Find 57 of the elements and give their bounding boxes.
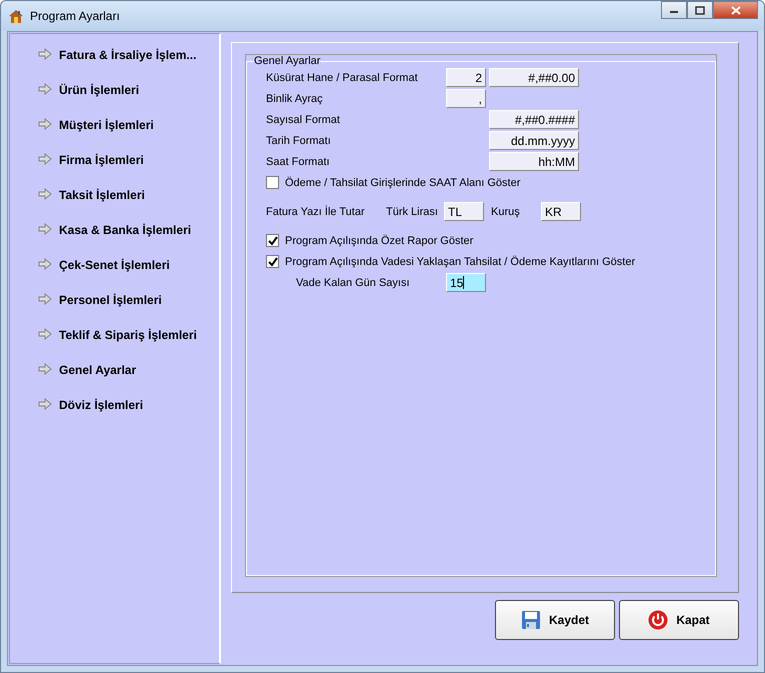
power-icon [648, 610, 668, 630]
field-label: Kuruş [490, 206, 521, 218]
field-label: Saat Formatı [266, 156, 331, 168]
checkbox[interactable] [266, 255, 279, 268]
maximize-button[interactable] [687, 1, 713, 19]
save-button[interactable]: Kaydet [495, 600, 615, 640]
arrow-icon [38, 328, 52, 340]
close-icon [730, 6, 740, 14]
house-icon [8, 8, 24, 24]
window-title: Program Ayarları [30, 9, 120, 23]
close-button[interactable] [713, 1, 758, 19]
input-field[interactable]: #,##0.#### [489, 110, 579, 129]
group-title: Genel Ayarlar [254, 55, 320, 67]
sidebar-item[interactable]: Teklif & Sipariş İşlemleri [59, 328, 197, 342]
arrow-icon [38, 223, 52, 235]
sidebar-item[interactable]: Firma İşlemleri [59, 153, 144, 167]
input-field[interactable]: 15 [446, 273, 486, 292]
sidebar-item[interactable]: Taksit İşlemleri [59, 188, 145, 202]
input-field[interactable]: dd.mm.yyyy [489, 131, 579, 150]
field-label: Vade Kalan Gün Sayısı [295, 276, 411, 288]
checkbox[interactable] [266, 176, 279, 189]
maximize-icon [695, 6, 705, 14]
arrow-icon [38, 188, 52, 200]
arrow-icon [38, 293, 52, 305]
input-field[interactable]: TL [444, 202, 484, 221]
field-label: Küsürat Hane / Parasal Format [266, 72, 419, 84]
field-label: Sayısal Format [266, 114, 341, 126]
arrow-icon [38, 363, 52, 375]
sidebar-item[interactable]: Personel İşlemleri [59, 293, 162, 307]
sidebar-item[interactable]: Genel Ayarlar [59, 363, 136, 377]
input-field[interactable]: #,##0.00 [489, 68, 579, 87]
minimize-button[interactable] [661, 1, 687, 19]
input-field[interactable]: hh:MM [489, 152, 579, 171]
sidebar-item[interactable]: Çek-Senet İşlemleri [59, 258, 170, 272]
field-label: Türk Lirası [386, 206, 439, 218]
checkbox-label: Program Açılışında Vadesi Yaklaşan Tahsilat / Ödeme Kayıtlarını Göster [285, 256, 636, 268]
field-label: Binlik Ayraç [266, 92, 324, 104]
arrow-icon [38, 398, 52, 410]
checkbox-label: Program Açılışında Özet Rapor Göster [285, 234, 474, 246]
arrow-icon [38, 118, 52, 130]
arrow-icon [38, 48, 52, 60]
input-field[interactable]: 2 [446, 68, 486, 87]
field-label: Tarih Formatı [266, 134, 332, 146]
sidebar-item[interactable]: Müşteri İşlemleri [59, 118, 154, 132]
checkbox[interactable] [266, 234, 279, 247]
input-field[interactable]: KR [541, 202, 581, 221]
sidebar-item[interactable]: Ürün İşlemleri [59, 83, 140, 97]
sidebar-item[interactable]: Döviz İşlemleri [59, 398, 144, 412]
sidebar-item[interactable]: Kasa & Banka İşlemleri [59, 223, 192, 237]
arrow-icon [38, 258, 52, 270]
arrow-icon [38, 83, 52, 95]
sidebar-item[interactable]: Fatura & İrsaliye İşlem... [59, 48, 196, 62]
arrow-icon [38, 153, 52, 165]
field-label: Fatura Yazı İle Tutar [266, 206, 366, 218]
checkbox-label: Ödeme / Tahsilat Girişlerinde SAAT Alanı Göster [285, 176, 520, 188]
close-button[interactable]: Kapat [619, 600, 739, 640]
input-field[interactable]: , [446, 89, 486, 108]
